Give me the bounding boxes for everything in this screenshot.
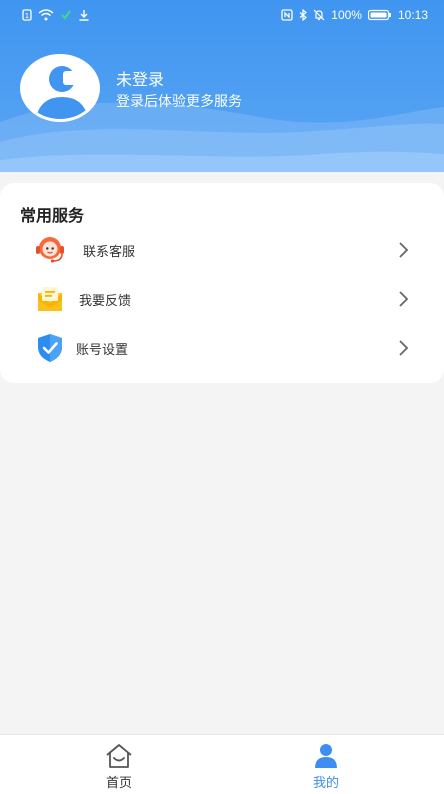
common-services-card: 常用服务 联系客服 我要反馈 账号设置 — [0, 183, 444, 383]
section-title: 常用服务 — [20, 206, 85, 225]
sim-icon: 1 — [22, 9, 32, 21]
tab-home[interactable]: 首页 — [8, 735, 230, 794]
download-icon — [79, 10, 89, 21]
customer-service-icon — [36, 237, 64, 263]
app-notification-icon — [61, 10, 71, 20]
user-icon — [315, 744, 337, 768]
chevron-right-icon — [399, 242, 409, 258]
mute-bell-icon — [313, 9, 325, 21]
wifi-icon — [38, 9, 54, 21]
home-icon — [106, 744, 132, 768]
svg-text:1: 1 — [25, 12, 29, 20]
chevron-right-icon — [399, 340, 409, 356]
login-status-title[interactable]: 未登录 — [116, 66, 164, 90]
battery-icon — [367, 9, 391, 21]
chevron-right-icon — [399, 291, 409, 307]
service-item-contact-support[interactable]: 联系客服 — [0, 227, 444, 273]
profile-header: 1 100% 10:13 未登录 登录后体验更多服务 — [0, 0, 444, 172]
battery-percent: 100% — [331, 8, 362, 22]
service-item-feedback[interactable]: 我要反馈 — [0, 276, 444, 322]
avatar[interactable] — [20, 54, 100, 122]
shield-check-icon — [38, 334, 62, 362]
tab-mine[interactable]: 我的 — [215, 735, 437, 794]
tab-label: 首页 — [105, 776, 132, 791]
nfc-icon — [281, 9, 293, 21]
service-item-label: 联系客服 — [83, 244, 136, 260]
login-hint[interactable]: 登录后体验更多服务 — [116, 91, 242, 111]
bluetooth-icon — [299, 9, 308, 21]
service-item-label: 账号设置 — [76, 342, 129, 358]
tab-label: 我的 — [312, 776, 339, 791]
feedback-icon — [38, 287, 62, 311]
status-bar: 1 100% 10:13 — [0, 0, 444, 30]
status-time: 10:13 — [397, 8, 428, 22]
bottom-tab-bar: 首页 我的 — [0, 734, 444, 794]
service-item-account-settings[interactable]: 账号设置 — [0, 325, 444, 371]
service-item-label: 我要反馈 — [79, 293, 132, 309]
